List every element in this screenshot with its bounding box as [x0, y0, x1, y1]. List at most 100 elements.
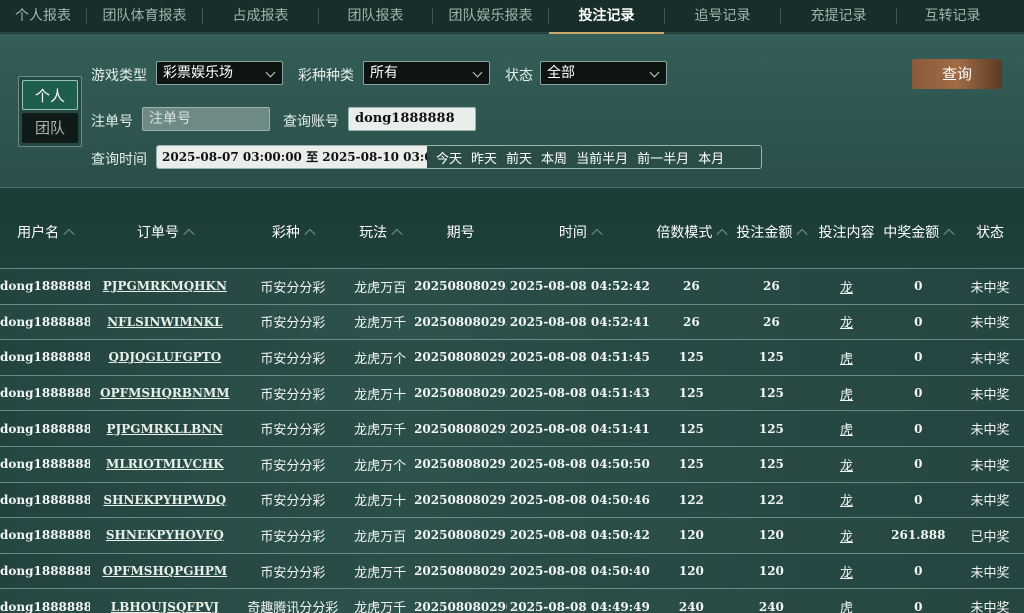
sort-icon: [183, 228, 195, 241]
cell-order[interactable]: NFLSINWIMNKL: [90, 315, 239, 329]
cell-content[interactable]: 龙: [813, 277, 881, 296]
cell-user: dong1888888: [0, 421, 91, 436]
cell-mult: 26: [683, 279, 700, 294]
lottery-kind-select[interactable]: 所有: [363, 61, 490, 85]
sort-icon: [591, 228, 603, 241]
scope-team-button[interactable]: 团队: [22, 113, 78, 143]
status-select[interactable]: 全部: [540, 61, 667, 85]
cell-time: 2025-08-08 04:51:43: [509, 386, 650, 401]
quick-today[interactable]: 今天: [436, 148, 462, 167]
quick-yesterday[interactable]: 昨天: [471, 148, 497, 167]
tab-4[interactable]: 团队娱乐报表: [433, 0, 548, 33]
time-range-input[interactable]: 2025-08-07 03:00:00 至 2025-08-10 03:00:0…: [157, 146, 427, 168]
col-amount[interactable]: 投注金额: [730, 222, 812, 242]
game-type-value: 彩票娱乐场: [163, 65, 233, 81]
tab-6[interactable]: 追号记录: [665, 0, 780, 33]
cell-prize: 0: [914, 492, 923, 507]
tab-5[interactable]: 投注记录: [549, 0, 664, 34]
cell-order[interactable]: OPFMSHQRBNMM: [90, 386, 239, 400]
col-lottery[interactable]: 彩种: [240, 222, 347, 242]
cell-issue: 202508080291: [414, 564, 508, 579]
scope-personal-button[interactable]: 个人: [22, 80, 78, 110]
col-order[interactable]: 订单号: [90, 222, 239, 242]
quick-previous-half-month[interactable]: 前一半月: [637, 148, 689, 167]
cell-content[interactable]: 龙: [813, 455, 881, 474]
cell-order[interactable]: MLRIOTMLVCHK: [90, 457, 239, 471]
cell-lottery: 币安分分彩: [260, 565, 326, 581]
cell-issue: 202508080293: [414, 279, 508, 294]
cell-order[interactable]: SHNEKPYHOVFQ: [90, 528, 239, 542]
cell-issue: 202508080290: [414, 599, 508, 613]
cell-amount: 240: [758, 599, 784, 613]
cell-order[interactable]: PJPGMRKLLBNN: [90, 422, 239, 436]
cell-lottery: 奇趣腾讯分分彩: [247, 601, 339, 613]
cell-content[interactable]: 龙: [813, 526, 881, 545]
cell-order[interactable]: LBHOUJSQFPVJ: [90, 600, 239, 613]
cell-status: 未中奖: [970, 458, 1010, 474]
cell-lottery: 币安分分彩: [260, 280, 326, 296]
tab-3[interactable]: 团队报表: [319, 0, 432, 33]
cell-amount: 125: [758, 457, 784, 472]
chevron-down-icon: [472, 67, 483, 78]
cell-issue: 202508080291: [414, 528, 508, 543]
cell-prize: 0: [914, 314, 923, 329]
col-user-label: 用户名: [17, 225, 60, 241]
col-mult[interactable]: 倍数模式: [653, 222, 731, 242]
cell-status: 未中奖: [970, 280, 1010, 296]
quick-this-week[interactable]: 本周: [541, 148, 567, 167]
col-play[interactable]: 玩法: [346, 222, 414, 242]
cell-user: dong1888888: [0, 314, 91, 329]
cell-content[interactable]: 虎: [813, 419, 881, 438]
cell-mult: 120: [678, 564, 704, 579]
cell-prize: 0: [914, 457, 923, 472]
col-content: 投注内容: [813, 222, 881, 242]
cell-content[interactable]: 龙: [813, 312, 881, 331]
col-issue: 期号: [414, 222, 507, 242]
status-value: 全部: [547, 65, 575, 81]
cell-play: 龙虎万千: [354, 565, 407, 581]
cell-user: dong1888888: [0, 279, 91, 294]
tab-8[interactable]: 互转记录: [897, 0, 1008, 33]
col-prize-label: 中奖金额: [883, 225, 940, 241]
report-tabs: 个人报表 团队体育报表 占成报表 团队报表 团队娱乐报表 投注记录 追号记录 充提记录 互转记录: [0, 0, 1024, 34]
col-issue-label: 期号: [446, 225, 475, 241]
cell-content[interactable]: 虎: [813, 597, 881, 613]
col-user[interactable]: 用户名: [0, 222, 90, 242]
cell-order[interactable]: PJPGMRKMQHKN: [90, 279, 239, 293]
col-prize[interactable]: 中奖金额: [880, 222, 956, 242]
table-body: dong1888888 PJPGMRKMQHKN 币安分分彩 龙虎万百 20250808…: [0, 268, 1024, 613]
query-button[interactable]: 查询: [912, 59, 1002, 89]
cell-order[interactable]: QDJQGLUFGPTO: [90, 350, 239, 364]
cell-content[interactable]: 虎: [813, 348, 881, 367]
cell-order[interactable]: SHNEKPYHPWDQ: [90, 493, 239, 507]
account-input[interactable]: dong1888888: [348, 107, 476, 131]
sort-icon: [716, 228, 729, 241]
tab-7[interactable]: 充提记录: [781, 0, 896, 33]
cell-time: 2025-08-08 04:50:46: [509, 492, 650, 507]
cell-issue: 202508080292: [414, 386, 508, 401]
cell-play: 龙虎万百: [354, 280, 407, 296]
quick-this-month[interactable]: 本月: [698, 148, 724, 167]
tab-1[interactable]: 团队体育报表: [87, 0, 202, 33]
cell-content[interactable]: 虎: [813, 384, 881, 403]
cell-amount: 26: [763, 279, 780, 294]
status-label: 状态: [505, 68, 533, 84]
cell-content[interactable]: 龙: [813, 562, 881, 581]
tab-0[interactable]: 个人报表: [0, 0, 86, 33]
chevron-down-icon: [265, 67, 276, 78]
game-type-select[interactable]: 彩票娱乐场: [156, 61, 283, 85]
quick-current-half-month[interactable]: 当前半月: [576, 148, 628, 167]
sort-icon: [391, 228, 403, 241]
cell-content[interactable]: 龙: [813, 490, 881, 509]
order-no-input[interactable]: 注单号: [142, 107, 270, 131]
table-row: dong1888888 OPFMSHQPGHPM 币安分分彩 龙虎万千 20250808…: [0, 552, 1024, 589]
col-time[interactable]: 时间: [507, 222, 652, 242]
cell-order[interactable]: OPFMSHQPGHPM: [90, 564, 239, 578]
cell-lottery: 币安分分彩: [260, 351, 326, 367]
table-row: dong1888888 LBHOUJSQFPVJ 奇趣腾讯分分彩 龙虎万千 202508…: [0, 588, 1024, 613]
cell-amount: 125: [758, 421, 784, 436]
col-time-label: 时间: [558, 225, 587, 241]
tab-2[interactable]: 占成报表: [203, 0, 318, 33]
quick-day-before[interactable]: 前天: [506, 148, 532, 167]
lottery-kind-value: 所有: [370, 65, 398, 81]
